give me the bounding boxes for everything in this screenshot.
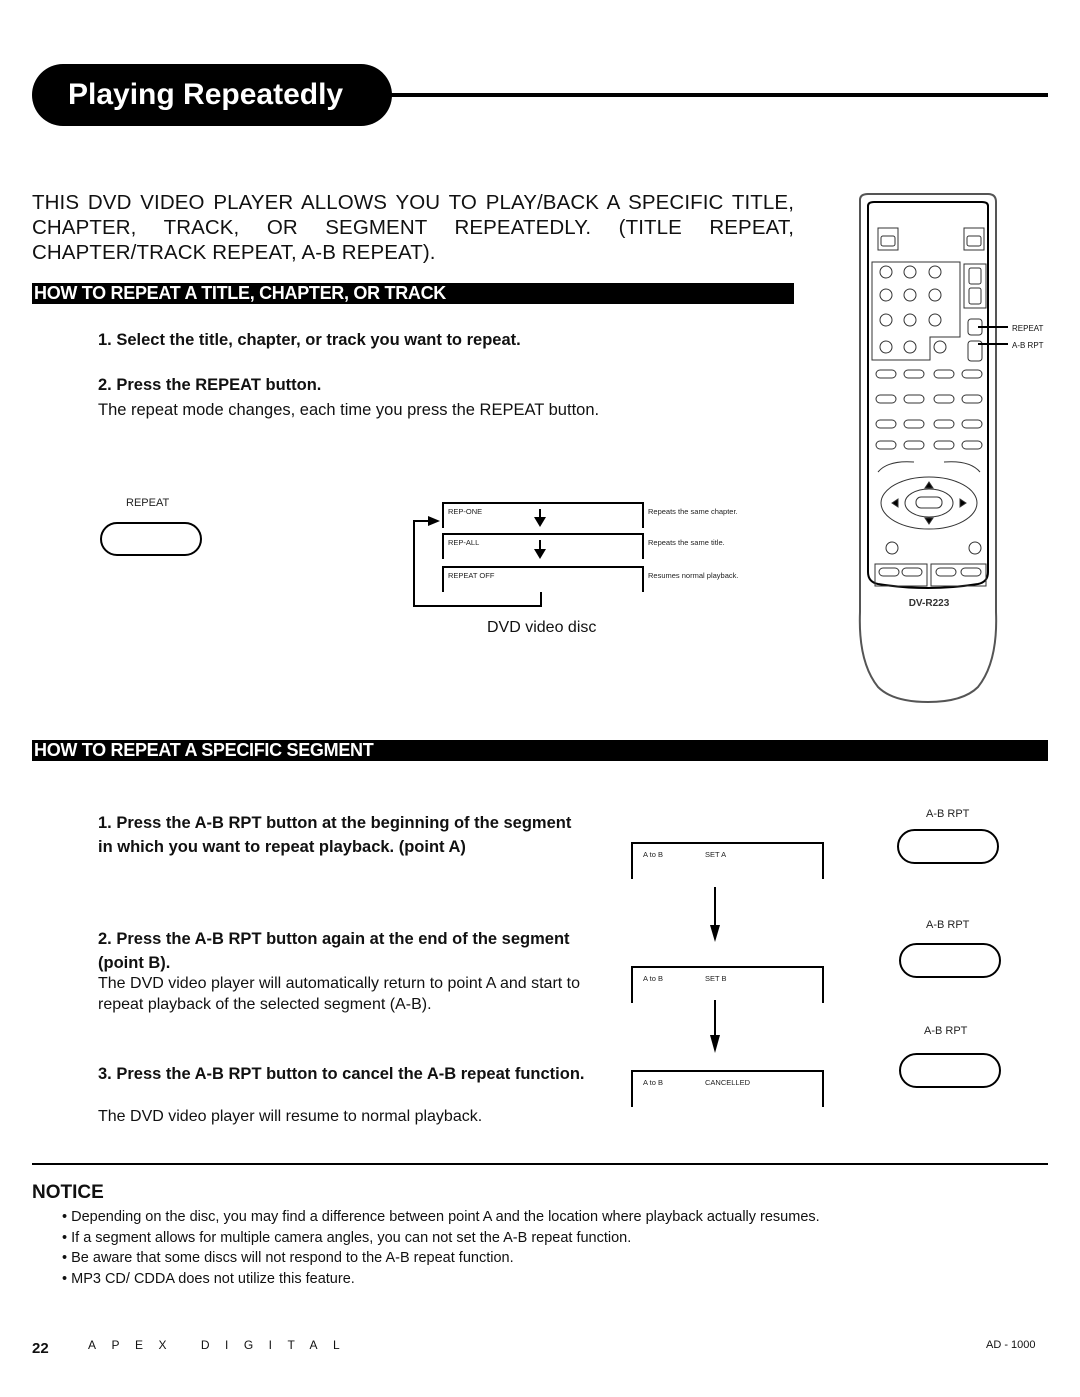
ab-display-right: CANCELLED [705, 1078, 751, 1087]
brand-name: APEX DIGITAL [88, 1338, 356, 1352]
down-arrow-icon [710, 887, 720, 942]
ab-rpt-button[interactable] [899, 1053, 1001, 1088]
mode-description: Resumes normal playback. [648, 571, 739, 580]
ab-rpt-label: A-B RPT [926, 919, 970, 931]
ab-rpt-button[interactable] [899, 943, 1001, 978]
segment-step-1: 1. Press the A-B RPT button at the begin… [98, 814, 572, 856]
segment-step-3-body: The DVD video player will resume to norm… [98, 1108, 483, 1125]
repeat-button-label: REPEAT [126, 497, 170, 509]
mode-description: Repeats the same title. [648, 538, 725, 547]
ab-flow-arrows [710, 887, 720, 1053]
remote-model-label: DV-R223 [909, 598, 950, 609]
ab-display-cancelled: A to B CANCELLED [631, 1070, 824, 1107]
step-1-text: 1. Select the title, chapter, or track y… [98, 331, 521, 349]
page-title: Playing Repeatedly [32, 64, 392, 126]
section-heading-specific-segment: HOW TO REPEAT A SPECIFIC SEGMENT [32, 740, 1048, 761]
ab-display-set-b: A to B SET B [631, 966, 824, 1003]
step-2-text: 2. Press the REPEAT button. [98, 376, 322, 394]
repeat-button[interactable] [100, 522, 202, 556]
down-arrow-icon [534, 509, 546, 527]
notice-title: NOTICE [32, 1182, 104, 1203]
ab-display-right: SET A [705, 850, 727, 859]
ab-rpt-label: A-B RPT [924, 1025, 968, 1037]
page-number: 22 [32, 1340, 49, 1357]
down-arrow-icon [534, 540, 546, 559]
section-heading-title-chapter-track: HOW TO REPEAT A TITLE, CHAPTER, OR TRACK [32, 283, 794, 304]
step-2-body: The repeat mode changes, each time you p… [98, 401, 600, 419]
notice-list: Depending on the disc, you may find a di… [62, 1207, 820, 1289]
down-arrow-icon [710, 1000, 720, 1053]
notice-item: Depending on the disc, you may find a di… [62, 1207, 820, 1228]
mode-cycle-arrows [413, 509, 546, 607]
remote-control-illustration: DV-R223 [858, 193, 1008, 704]
callout-repeat: REPEAT [1012, 324, 1044, 333]
notice-divider [32, 1163, 1048, 1165]
mode-description: Repeats the same chapter. [648, 507, 738, 516]
callout-ab-rpt: A-B RPT [1012, 341, 1044, 350]
ab-rpt-button[interactable] [897, 829, 999, 864]
ab-rpt-label: A-B RPT [926, 808, 970, 820]
segment-step-2-body: The DVD video player will automatically … [98, 975, 581, 1013]
notice-item: Be aware that some discs will not respon… [62, 1248, 820, 1269]
return-loop-arrow-icon [413, 516, 542, 607]
notice-item: If a segment allows for multiple camera … [62, 1228, 820, 1249]
notice-item: MP3 CD/ CDDA does not utilize this featu… [62, 1269, 820, 1290]
segment-step-2: 2. Press the A-B RPT button again at the… [98, 930, 570, 972]
ab-display-left: A to B [643, 974, 664, 983]
ab-display-left: A to B [643, 1078, 664, 1087]
model-number: AD - 1000 [986, 1339, 1036, 1351]
title-rule [390, 93, 1048, 97]
segment-step-3: 3. Press the A-B RPT button to cancel th… [98, 1065, 585, 1083]
diagram-caption: DVD video disc [487, 619, 597, 636]
ab-display-set-a: A to B SET A [631, 842, 824, 879]
ab-display-left: A to B [643, 850, 664, 859]
intro-text: THIS DVD VIDEO PLAYER ALLOWS YOU TO PLAY… [32, 191, 794, 264]
